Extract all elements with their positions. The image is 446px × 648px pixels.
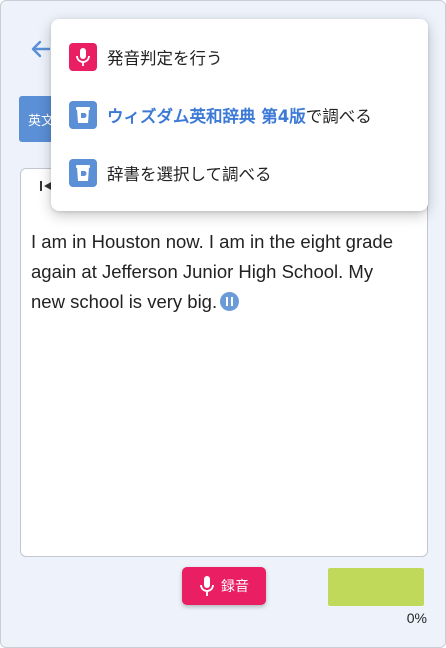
- record-button[interactable]: 録音: [182, 567, 266, 605]
- score-meter: [328, 568, 424, 606]
- passage-panel: I am in Houston now. I am in the eight g…: [20, 168, 428, 557]
- dictionary-name: ウィズダム英和辞典 第4版: [107, 107, 306, 126]
- dictionary-icon: [69, 159, 97, 187]
- microphone-icon: [200, 576, 214, 596]
- dictionary-icon: [69, 101, 97, 129]
- record-label: 録音: [221, 579, 249, 595]
- back-arrow-icon: [31, 40, 51, 58]
- menu-item-label: 発音判定を行う: [107, 49, 223, 68]
- context-menu: 発音判定を行う ウィズダム英和辞典 第4版で調べる 辞書を選択して調べる: [51, 19, 428, 211]
- menu-item-label: ウィズダム英和辞典 第4版で調べる: [107, 103, 372, 127]
- passage-text[interactable]: I am in Houston now. I am in the eight g…: [31, 231, 393, 312]
- app-window: 英文 I am in Houston now. I am in the eigh…: [0, 0, 446, 648]
- menu-item-label: 辞書を選択して調べる: [107, 165, 272, 184]
- pause-icon[interactable]: [220, 292, 240, 311]
- score-percent: 0%: [406, 610, 427, 626]
- microphone-icon: [69, 43, 97, 71]
- passage-text-block: I am in Houston now. I am in the eight g…: [31, 227, 411, 317]
- lookup-suffix: で調べる: [305, 107, 372, 126]
- menu-item-choose-dictionary[interactable]: 辞書を選択して調べる: [69, 158, 418, 188]
- menu-item-lookup-wisdom[interactable]: ウィズダム英和辞典 第4版で調べる: [69, 100, 418, 130]
- menu-item-pronunciation-check[interactable]: 発音判定を行う: [69, 42, 418, 72]
